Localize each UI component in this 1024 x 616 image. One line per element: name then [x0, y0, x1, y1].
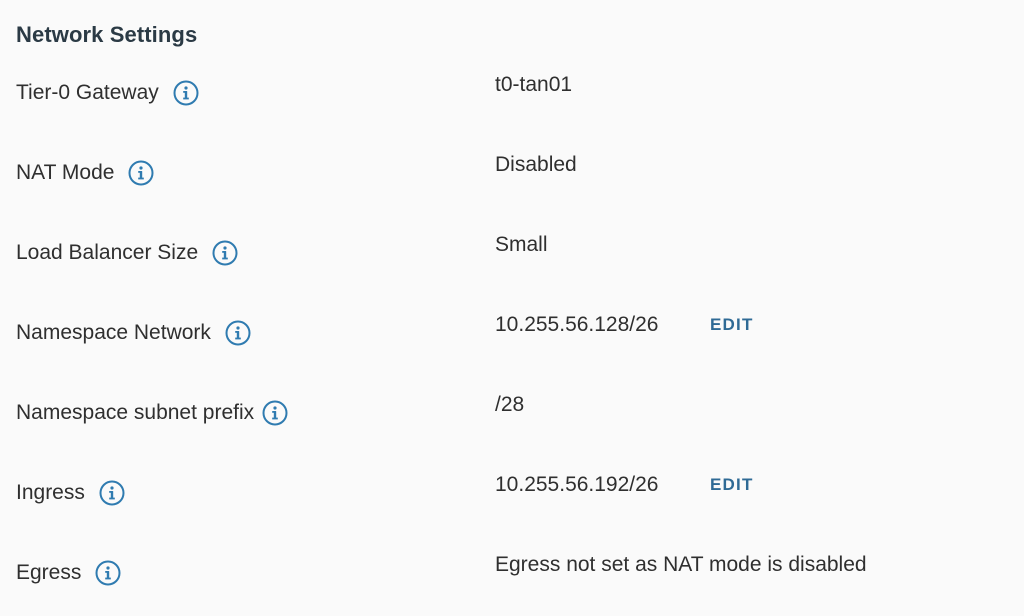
settings-row-tier0-gateway: Tier-0 Gateway t0-tan01 [0, 73, 1024, 136]
row-label-wrap: Tier-0 Gateway [16, 76, 199, 110]
edit-namespace-network-button[interactable]: EDIT [710, 308, 754, 342]
row-value-wrap: Small [495, 228, 548, 262]
row-value-wrap: 10.255.56.128/26 [495, 308, 659, 342]
row-value-wrap: t0-tan01 [495, 68, 572, 102]
info-icon[interactable] [225, 320, 251, 346]
settings-row-namespace-network: Namespace Network 10.255.56.128/26 EDIT [0, 313, 1024, 376]
settings-row-egress: Egress Egress not set as NAT mode is dis… [0, 553, 1024, 616]
settings-row-namespace-subnet-prefix: Namespace subnet prefix /28 [0, 393, 1024, 456]
row-label-wrap: Namespace subnet prefix [16, 396, 288, 430]
edit-ingress-button[interactable]: EDIT [710, 468, 754, 502]
row-value: 10.255.56.128/26 [495, 313, 659, 336]
settings-row-ingress: Ingress 10.255.56.192/26 EDIT [0, 473, 1024, 536]
row-label: Namespace subnet prefix [16, 401, 255, 424]
info-icon[interactable] [212, 240, 238, 266]
row-label: Namespace Network [16, 321, 211, 344]
info-icon[interactable] [128, 160, 154, 186]
row-value-wrap: /28 [495, 388, 524, 422]
row-value: 10.255.56.192/26 [495, 473, 659, 496]
row-value-wrap: Disabled [495, 148, 577, 182]
row-label-wrap: Ingress [16, 476, 125, 510]
info-icon[interactable] [173, 80, 199, 106]
row-label-wrap: Namespace Network [16, 316, 251, 350]
row-label: Egress [16, 561, 82, 584]
settings-row-load-balancer-size: Load Balancer Size Small [0, 233, 1024, 296]
settings-row-nat-mode: NAT Mode Disabled [0, 153, 1024, 216]
row-value: Egress not set as NAT mode is disabled [495, 553, 867, 576]
row-value: Small [495, 233, 548, 256]
row-value: t0-tan01 [495, 73, 573, 96]
row-label-wrap: Egress [16, 556, 121, 590]
row-value: Disabled [495, 153, 577, 176]
row-label: Load Balancer Size [16, 241, 199, 264]
row-label: Tier-0 Gateway [16, 81, 159, 104]
row-label: Ingress [16, 481, 85, 504]
section-title: Network Settings [16, 22, 198, 47]
row-label-wrap: NAT Mode [16, 156, 154, 190]
row-value-wrap: 10.255.56.192/26 [495, 468, 659, 502]
row-label: NAT Mode [16, 161, 115, 184]
row-label-wrap: Load Balancer Size [16, 236, 238, 270]
row-value: /28 [495, 393, 525, 416]
row-value-wrap: Egress not set as NAT mode is disabled [495, 548, 867, 582]
info-icon[interactable] [99, 480, 125, 506]
info-icon[interactable] [95, 560, 121, 586]
info-icon[interactable] [262, 400, 288, 426]
